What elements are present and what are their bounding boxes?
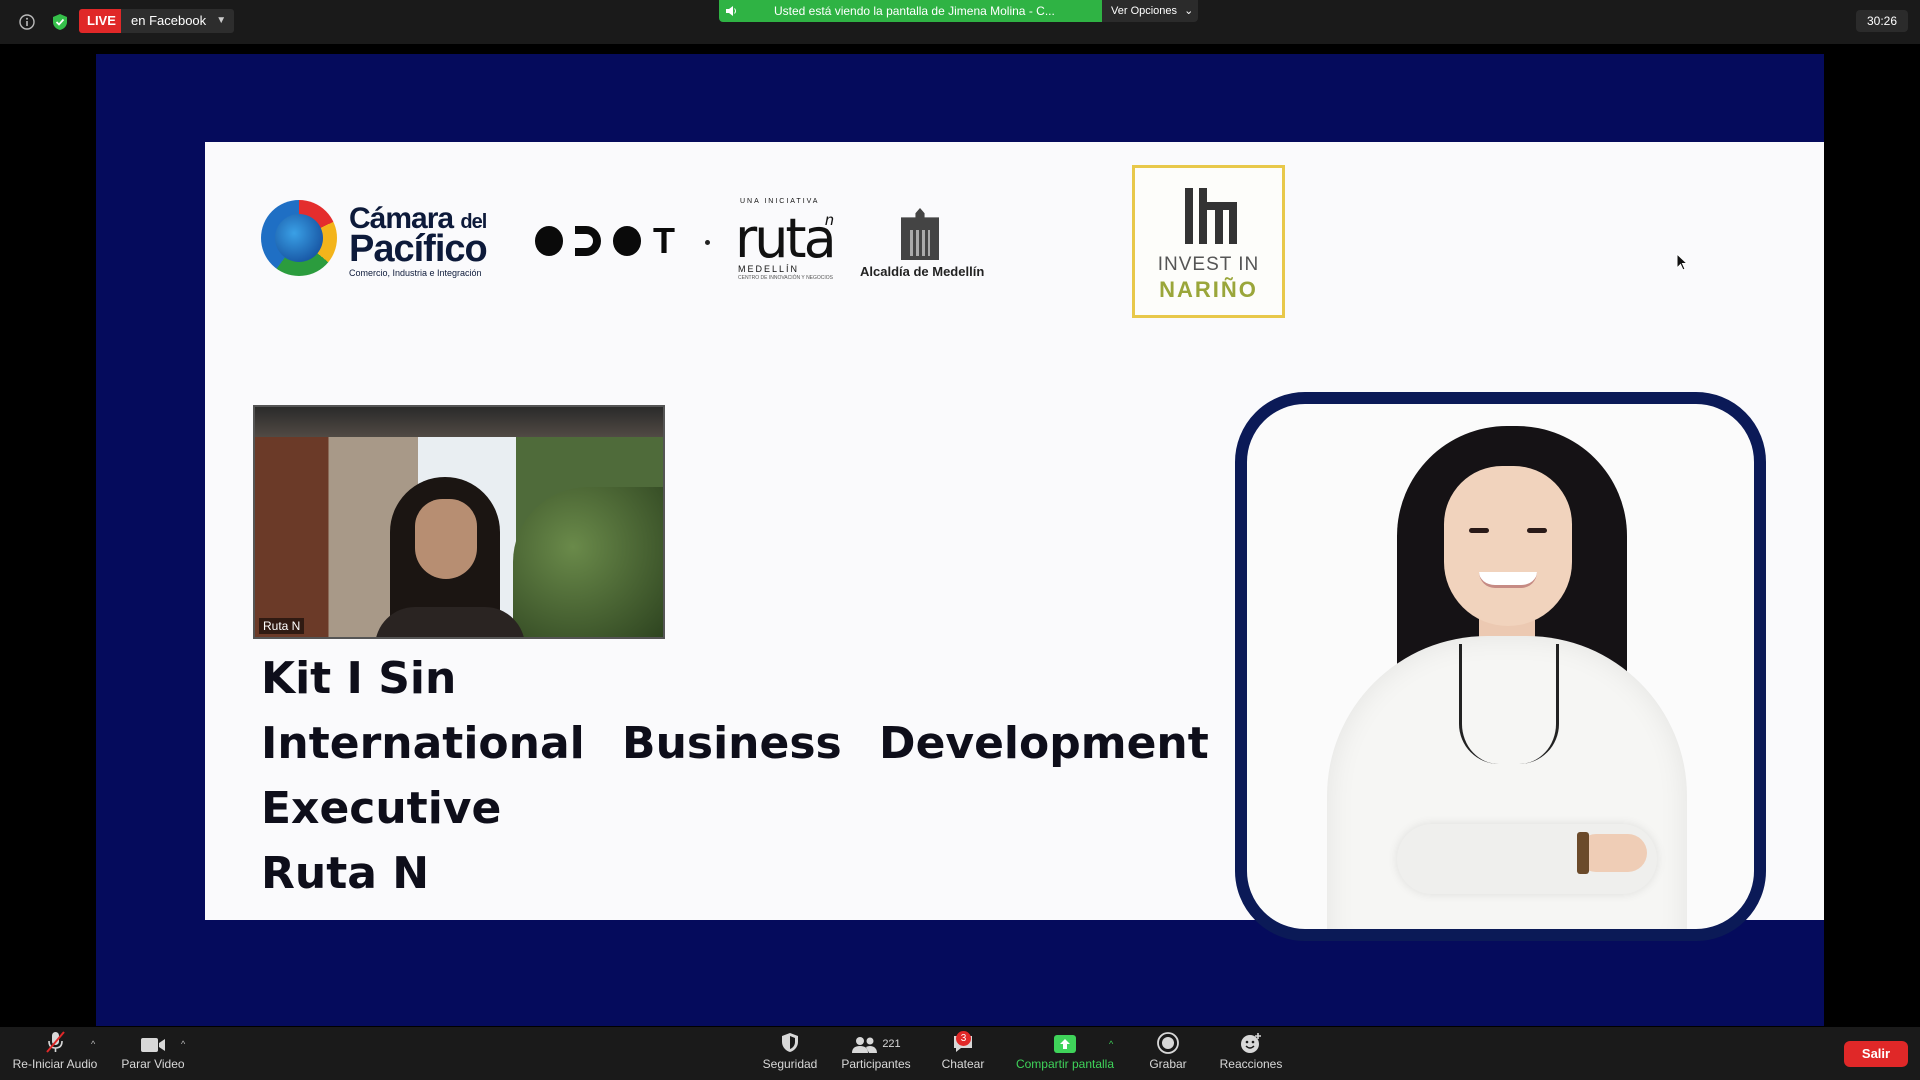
dot-t-letter: T bbox=[653, 220, 676, 261]
view-options-label: Ver Opciones bbox=[1111, 5, 1178, 17]
restart-audio-label: Re-Iniciar Audio bbox=[12, 1057, 98, 1071]
chat-label: Chatear bbox=[941, 1057, 985, 1071]
portrait-smile bbox=[1479, 572, 1537, 588]
live-badge[interactable]: LIVE bbox=[79, 9, 124, 33]
share-screen-arrow-icon bbox=[1053, 1027, 1077, 1057]
share-screen-label: Compartir pantalla bbox=[1015, 1057, 1115, 1071]
reactions-button[interactable]: Reacciones bbox=[1216, 1027, 1286, 1080]
security-button[interactable]: Seguridad bbox=[756, 1027, 824, 1080]
people-icon bbox=[852, 1037, 878, 1053]
leave-meeting-button[interactable]: Salir bbox=[1844, 1041, 1908, 1067]
record-icon bbox=[1157, 1027, 1179, 1057]
security-shield-icon bbox=[780, 1027, 800, 1057]
share-options-caret-icon[interactable]: ^ bbox=[1109, 1039, 1113, 1049]
participants-icon-group: 221 bbox=[851, 1027, 901, 1057]
speaker-icon bbox=[725, 0, 737, 29]
camara-subtitle: Comercio, Industria e Integración bbox=[349, 268, 482, 278]
camara-del-pacifico-logo: Cámara del Pacífico Comercio, Industria … bbox=[261, 200, 506, 280]
ruta-tagline: CENTRO DE INNOVACIÓN Y NEGOCIOS bbox=[738, 275, 834, 281]
alcaldia-label: Alcaldía de Medellín bbox=[860, 264, 985, 279]
invest-in-narino-logo: INVEST IN NARIÑO bbox=[1132, 165, 1285, 318]
dot-logo: T bbox=[535, 220, 676, 261]
record-button[interactable]: Grabar bbox=[1144, 1027, 1192, 1080]
ruta-n-logo: UNA INICIATIVA ruta n MEDELLÍN CENTRO DE… bbox=[735, 198, 845, 283]
meeting-top-bar: LIVE en Facebook ▼ Usted está viendo la … bbox=[0, 0, 1920, 44]
participant-video-tile[interactable]: Ruta N bbox=[253, 405, 665, 639]
caret-down-icon: ▼ bbox=[216, 15, 227, 26]
chat-button[interactable]: 3 Chatear bbox=[936, 1027, 990, 1080]
speaker-title-line1: International Business Development bbox=[261, 718, 1209, 769]
speaker-info: Kit I Sin International Business Develop… bbox=[261, 646, 1209, 906]
portrait-eye bbox=[1527, 528, 1547, 533]
info-circle-icon[interactable] bbox=[16, 11, 38, 33]
reactions-label: Reacciones bbox=[1219, 1057, 1283, 1071]
portrait-collar bbox=[1459, 644, 1559, 764]
speaker-portrait bbox=[1235, 392, 1766, 941]
record-label: Grabar bbox=[1149, 1057, 1187, 1071]
participant-face bbox=[415, 499, 477, 579]
video-options-caret-icon[interactable]: ^ bbox=[181, 1039, 185, 1049]
meeting-controls-toolbar: Re-Iniciar Audio ^ Parar Video ^ Segurid… bbox=[0, 1027, 1920, 1080]
shared-screen: Cámara del Pacífico Comercio, Industria … bbox=[96, 54, 1824, 1026]
portrait-eye bbox=[1469, 528, 1489, 533]
ruta-city: MEDELLÍN bbox=[738, 264, 800, 274]
participant-name-label: Ruta N bbox=[259, 618, 305, 634]
video-background-trees bbox=[513, 487, 663, 637]
speaker-organization: Ruta N bbox=[261, 848, 430, 899]
microphone-muted-icon bbox=[44, 1027, 66, 1057]
security-label: Seguridad bbox=[762, 1057, 818, 1071]
speaker-title-line2: Executive bbox=[261, 783, 502, 834]
chevron-down-icon: ⌄ bbox=[1184, 5, 1194, 17]
mouse-cursor-icon bbox=[1676, 252, 1689, 271]
participant-figure bbox=[375, 477, 525, 637]
screen-share-banner: Usted está viendo la pantalla de Jimena … bbox=[719, 0, 1102, 22]
dot-circle bbox=[612, 226, 642, 256]
emoji-plus-icon bbox=[1239, 1027, 1263, 1057]
presentation-slide: Cámara del Pacífico Comercio, Industria … bbox=[205, 142, 1824, 941]
video-camera-icon bbox=[140, 1027, 166, 1057]
participants-count: 221 bbox=[882, 1038, 901, 1050]
stop-video-button[interactable]: Parar Video bbox=[117, 1027, 189, 1080]
meeting-timer: 30:26 bbox=[1856, 10, 1908, 32]
share-screen-button[interactable]: Compartir pantalla bbox=[1008, 1027, 1122, 1080]
portrait-watch bbox=[1577, 832, 1589, 874]
share-banner-text: Usted está viendo la pantalla de Jimena … bbox=[774, 4, 1055, 18]
restart-audio-button[interactable]: Re-Iniciar Audio bbox=[8, 1027, 102, 1080]
narino-monogram-icon bbox=[1185, 188, 1237, 244]
audio-options-caret-icon[interactable]: ^ bbox=[91, 1039, 95, 1049]
building-icon bbox=[901, 208, 939, 260]
participants-label: Participantes bbox=[841, 1057, 911, 1071]
stop-video-label: Parar Video bbox=[121, 1057, 185, 1071]
ruta-superscript: n bbox=[825, 212, 834, 229]
participant-shoulders bbox=[375, 607, 525, 637]
participants-button[interactable]: 221 Participantes bbox=[838, 1027, 914, 1080]
dot-circle bbox=[535, 226, 564, 256]
chat-unread-badge: 3 bbox=[956, 1031, 971, 1046]
portrait-face bbox=[1444, 466, 1572, 626]
ruta-preheading: UNA INICIATIVA bbox=[740, 198, 820, 205]
narino-line2: NARIÑO bbox=[1159, 277, 1258, 302]
logo-separator-dot bbox=[705, 240, 710, 245]
ruta-word: ruta bbox=[735, 207, 837, 270]
live-destination-label: en Facebook bbox=[131, 13, 207, 28]
narino-line1: INVEST IN bbox=[1157, 254, 1260, 275]
video-background-roof bbox=[255, 407, 663, 437]
live-destination-dropdown[interactable]: en Facebook ▼ bbox=[121, 9, 235, 33]
globe-icon bbox=[261, 200, 337, 276]
dot-d-shape bbox=[575, 226, 601, 256]
alcaldia-medellin-logo: Alcaldía de Medellín bbox=[860, 208, 990, 283]
speaker-name: Kit I Sin bbox=[261, 653, 457, 704]
camara-title-line2: Pacífico bbox=[349, 228, 488, 270]
shield-check-icon[interactable] bbox=[49, 11, 71, 33]
view-options-button[interactable]: Ver Opciones ⌄ bbox=[1102, 0, 1198, 22]
